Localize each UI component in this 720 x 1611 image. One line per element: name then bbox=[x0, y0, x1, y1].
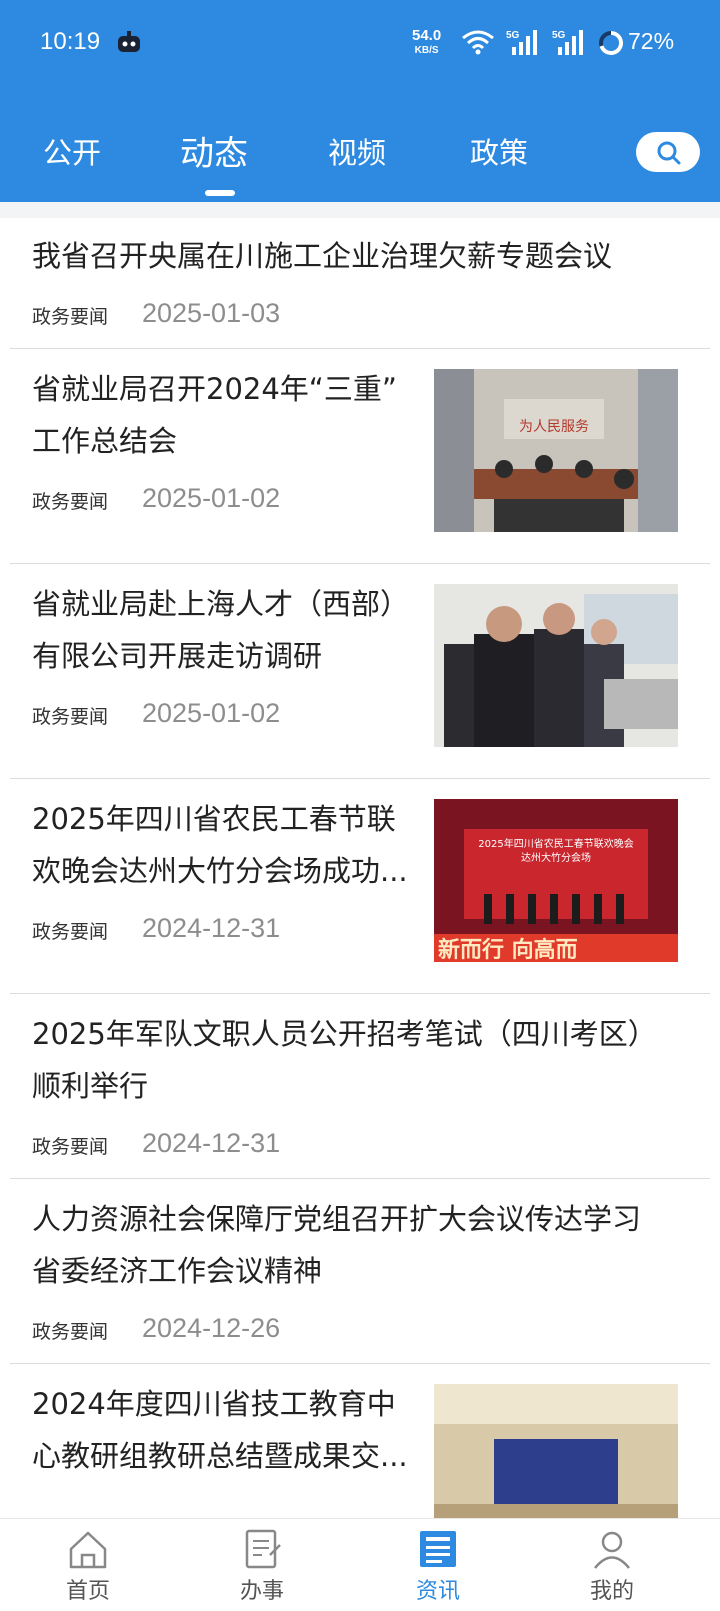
bottom-navigation: 首页 办事 资讯 我的 bbox=[0, 1518, 720, 1611]
signal-5g-icon: 5G bbox=[552, 30, 583, 55]
network-speed: 54.0 KB/S bbox=[412, 27, 442, 56]
news-thumbnail bbox=[434, 1384, 678, 1518]
news-date: 2024-12-31 bbox=[142, 1128, 281, 1158]
nav-news[interactable]: 资讯 bbox=[378, 1519, 498, 1611]
news-icon bbox=[420, 1531, 456, 1567]
battery-icon bbox=[599, 30, 624, 55]
nav-home[interactable]: 首页 bbox=[28, 1519, 148, 1611]
nav-profile[interactable]: 我的 bbox=[552, 1519, 672, 1611]
status-time: 10:19 bbox=[40, 28, 101, 55]
top-tab-bar: 公开 动态 视频 政策 bbox=[0, 120, 720, 180]
news-date: 2024-12-26 bbox=[142, 1313, 281, 1343]
news-title: 省就业局赴上海人才（西部） 有限公司开展走访调研 bbox=[32, 587, 410, 673]
news-title: 省就业局召开2024年“三重” 工作总结会 bbox=[32, 372, 397, 458]
news-item[interactable]: 2024年度四川省技工教育中 心教研组教研总结暨成果交... bbox=[10, 1364, 710, 1518]
news-title: 我省召开央属在川施工企业治理欠薪专题会议 bbox=[32, 239, 613, 273]
signal-5g-icon: 5G bbox=[506, 30, 537, 55]
svg-text:达州大竹分会场: 达州大竹分会场 bbox=[521, 851, 591, 864]
news-feed[interactable]: 我省召开央属在川施工企业治理欠薪专题会议 政务要闻 2025-01-03 省就业… bbox=[0, 218, 720, 1518]
status-bar: 10:19 54.0 KB/S 5G 5G 72% bbox=[0, 0, 720, 90]
nav-services[interactable]: 办事 bbox=[202, 1519, 322, 1611]
news-item[interactable]: 我省召开央属在川施工企业治理欠薪专题会议 政务要闻 2025-01-03 bbox=[10, 218, 710, 349]
news-thumbnail bbox=[434, 584, 678, 747]
tab-dynamics[interactable]: 动态 bbox=[180, 126, 248, 175]
news-item[interactable]: 2025年四川省农民工春节联 欢晚会达州大竹分会场成功... 政务要闻 2024… bbox=[10, 779, 710, 994]
news-category: 政务要闻 bbox=[32, 1136, 109, 1158]
app-header: 10:19 54.0 KB/S 5G 5G 72% 公开 动态 视频 政策 bbox=[0, 0, 720, 202]
news-title: 2025年四川省农民工春节联 欢晚会达州大竹分会场成功... bbox=[32, 802, 408, 888]
news-date: 2025-01-03 bbox=[142, 298, 281, 328]
news-title: 2025年军队文职人员公开招考笔试（四川考区） 顺利举行 bbox=[32, 1017, 657, 1103]
news-category: 政务要闻 bbox=[32, 1321, 109, 1343]
news-category: 政务要闻 bbox=[32, 706, 109, 728]
news-category: 政务要闻 bbox=[32, 306, 109, 328]
tab-policy[interactable]: 政策 bbox=[470, 130, 528, 172]
search-icon bbox=[657, 141, 681, 165]
battery-percent: 72% bbox=[628, 28, 675, 54]
svg-text:5G: 5G bbox=[506, 30, 520, 41]
news-date: 2025-01-02 bbox=[142, 698, 281, 728]
tab-public[interactable]: 公开 bbox=[43, 130, 101, 172]
robot-notification-icon bbox=[118, 31, 140, 52]
wifi-icon bbox=[462, 30, 494, 55]
news-date: 2024-12-31 bbox=[142, 913, 281, 943]
home-icon bbox=[69, 1531, 107, 1569]
document-icon bbox=[245, 1529, 281, 1569]
news-thumbnail: 为人民服务 bbox=[434, 369, 678, 532]
user-icon bbox=[594, 1531, 630, 1569]
news-item[interactable]: 省就业局召开2024年“三重” 工作总结会 政务要闻 2025-01-02 为人… bbox=[10, 349, 710, 564]
search-button[interactable] bbox=[636, 132, 700, 172]
active-tab-indicator bbox=[205, 190, 235, 196]
news-item[interactable]: 2025年军队文职人员公开招考笔试（四川考区） 顺利举行 政务要闻 2024-1… bbox=[10, 994, 710, 1179]
news-item[interactable]: 省就业局赴上海人才（西部） 有限公司开展走访调研 政务要闻 2025-01-02 bbox=[10, 564, 710, 779]
tab-video[interactable]: 视频 bbox=[328, 130, 386, 172]
news-category: 政务要闻 bbox=[32, 491, 109, 513]
svg-text:为人民服务: 为人民服务 bbox=[519, 419, 589, 435]
svg-text:新而行 向高而: 新而行 向高而 bbox=[438, 937, 578, 962]
news-date: 2025-01-02 bbox=[142, 483, 281, 513]
svg-text:5G: 5G bbox=[552, 30, 566, 41]
news-title: 2024年度四川省技工教育中 心教研组教研总结暨成果交... bbox=[32, 1387, 408, 1473]
news-item[interactable]: 人力资源社会保障厅党组召开扩大会议传达学习 省委经济工作会议精神 政务要闻 20… bbox=[10, 1179, 710, 1364]
svg-text:2025年四川省农民工春节联欢晚会: 2025年四川省农民工春节联欢晚会 bbox=[478, 837, 633, 850]
news-thumbnail: 2025年四川省农民工春节联欢晚会 达州大竹分会场 新而行 向高而 bbox=[434, 799, 678, 962]
news-title: 人力资源社会保障厅党组召开扩大会议传达学习 省委经济工作会议精神 bbox=[32, 1202, 642, 1288]
news-category: 政务要闻 bbox=[32, 921, 109, 943]
